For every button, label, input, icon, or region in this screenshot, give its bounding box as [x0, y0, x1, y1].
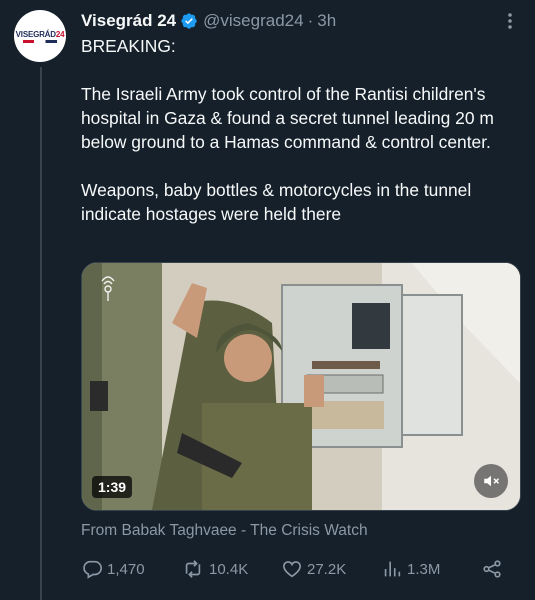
video-player[interactable]: 1:39 — [81, 262, 521, 511]
tweet-text: BREAKING: The Israeli Army took control … — [81, 34, 526, 226]
repost-icon — [185, 560, 201, 578]
reply-count: 1,470 — [107, 560, 145, 578]
video-duration: 1:39 — [92, 476, 133, 498]
mute-icon — [484, 475, 500, 487]
repost-button[interactable]: 10.4K — [181, 558, 248, 580]
timestamp[interactable]: 3h — [317, 11, 336, 31]
media-attribution: From Babak Taghvaee - The Crisis Watch — [81, 522, 368, 540]
views-button[interactable]: 1.3M — [381, 558, 440, 580]
author-name[interactable]: Visegrád 24 — [81, 11, 176, 31]
verified-badge-icon — [181, 13, 197, 29]
like-button[interactable]: 27.2K — [281, 558, 346, 580]
view-count: 1.3M — [407, 560, 441, 578]
like-count: 27.2K — [307, 560, 347, 578]
avatar-flag-stripe — [23, 39, 57, 43]
tweet-header: Visegrád 24 @visegrad24 · 3h — [81, 8, 523, 34]
share-icon — [483, 560, 501, 578]
tweet-text-paragraph: The Israeli Army took control of the Ran… — [81, 84, 494, 152]
avatar-logo: VISEGRÁD24 — [15, 29, 65, 39]
from-label: From — [81, 522, 118, 539]
heart-icon — [282, 561, 302, 578]
video-thumbnail — [82, 263, 520, 510]
tweet-text-paragraph: Weapons, baby bottles & motorcycles in t… — [81, 180, 472, 224]
tweet-text-line: BREAKING: — [81, 36, 176, 56]
analytics-icon — [384, 561, 401, 577]
avatar[interactable]: VISEGRÁD24 — [14, 10, 66, 62]
separator-dot: · — [307, 11, 314, 30]
mute-button[interactable] — [474, 464, 508, 498]
reply-button[interactable]: 1,470 — [81, 558, 145, 580]
author-handle[interactable]: @visegrad24 — [203, 11, 303, 31]
share-button[interactable] — [481, 558, 507, 580]
repost-count: 10.4K — [209, 560, 249, 578]
thread-line — [40, 67, 42, 600]
reply-icon — [83, 560, 102, 579]
media-source-link[interactable]: Babak Taghvaee - The Crisis Watch — [121, 522, 367, 539]
more-options-icon[interactable] — [501, 10, 519, 32]
action-bar: 1,470 10.4K 27.2K 1.3M — [81, 556, 511, 582]
